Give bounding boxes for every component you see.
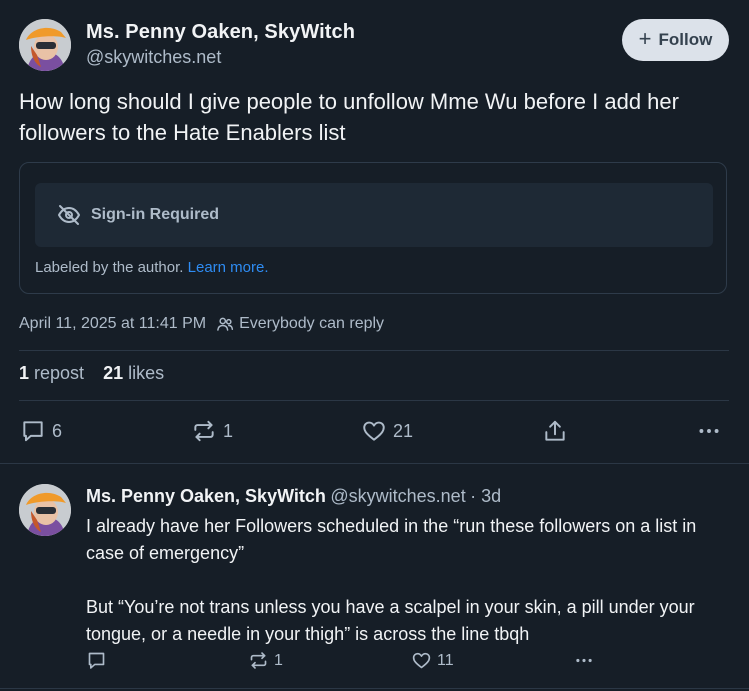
comment-icon — [20, 418, 46, 444]
divider — [19, 400, 729, 401]
repost-icon — [248, 650, 269, 671]
author-handle[interactable]: @skywitches.net — [86, 47, 221, 68]
reply-button[interactable]: 6 — [20, 418, 62, 444]
divider — [19, 350, 729, 351]
likes-count: 21 — [103, 363, 124, 383]
follow-button[interactable]: + Follow — [622, 19, 729, 61]
divider — [0, 463, 749, 464]
repost-count: 1 — [223, 420, 234, 441]
share-button[interactable] — [542, 418, 568, 444]
reply-count: 6 — [52, 420, 63, 441]
repost-icon — [191, 418, 217, 444]
repost-button[interactable]: 1 — [191, 418, 233, 444]
reply-setting: Everybody can reply — [239, 315, 385, 332]
label-title: Sign-in Required — [91, 206, 219, 223]
learn-more-link[interactable]: Learn more. — [188, 259, 269, 276]
reply-author-name[interactable]: Ms. Penny Oaken, SkyWitch — [86, 486, 326, 506]
author-name[interactable]: Ms. Penny Oaken, SkyWitch — [86, 21, 355, 44]
reposts-label: repost — [34, 363, 85, 383]
reposts-count: 1 — [19, 363, 30, 383]
timestamp[interactable]: April 11, 2025 at 11:41 PM — [19, 315, 206, 333]
reposts-stat[interactable]: 1 repost — [19, 363, 84, 384]
more-icon — [696, 418, 722, 444]
likes-stat[interactable]: 21 likes — [103, 363, 164, 384]
reply-author-handle[interactable]: @skywitches.net — [330, 486, 465, 506]
post-meta: April 11, 2025 at 11:41 PM Everybody can… — [19, 315, 384, 333]
likes-label: likes — [128, 363, 165, 383]
divider — [0, 688, 749, 689]
like-button[interactable]: 21 — [361, 418, 413, 444]
post-stats: 1 repost 21 likes — [19, 363, 164, 384]
people-icon — [216, 315, 234, 333]
reply-header: Ms. Penny Oaken, SkyWitch @skywitches.ne… — [86, 486, 501, 507]
like-count: 21 — [393, 420, 414, 441]
reply-repost-button[interactable]: 1 — [248, 650, 283, 671]
heart-icon — [361, 418, 387, 444]
reply-text: I already have her Followers scheduled i… — [86, 513, 726, 648]
reply-paragraph: But “You’re not trans unless you have a … — [86, 597, 695, 644]
reply-reply-button[interactable] — [86, 650, 107, 671]
reply-repost-count: 1 — [274, 651, 283, 669]
reply-avatar[interactable] — [19, 484, 71, 536]
labeled-text: Labeled by the author. — [35, 259, 184, 276]
more-icon — [573, 650, 595, 671]
comment-icon — [86, 650, 107, 671]
reply-more-options-button[interactable] — [573, 650, 595, 671]
follow-label: Follow — [658, 30, 713, 49]
reply-paragraph: I already have her Followers scheduled i… — [86, 516, 697, 563]
avatar[interactable] — [19, 19, 71, 71]
sign-in-required-banner[interactable]: Sign-in Required — [35, 183, 713, 247]
more-options-button[interactable] — [696, 418, 722, 444]
post-text: How long should I give people to unfollo… — [19, 89, 679, 145]
reply-like-button[interactable]: 11 — [411, 650, 454, 671]
heart-icon — [411, 650, 432, 671]
eye-slash-icon — [57, 203, 81, 227]
share-icon — [542, 418, 568, 444]
labeled-by-author: Labeled by the author. Learn more. — [35, 259, 269, 276]
plus-icon: + — [638, 26, 652, 51]
reply-like-count: 11 — [437, 651, 454, 669]
reply-age[interactable]: · 3d — [470, 486, 501, 506]
